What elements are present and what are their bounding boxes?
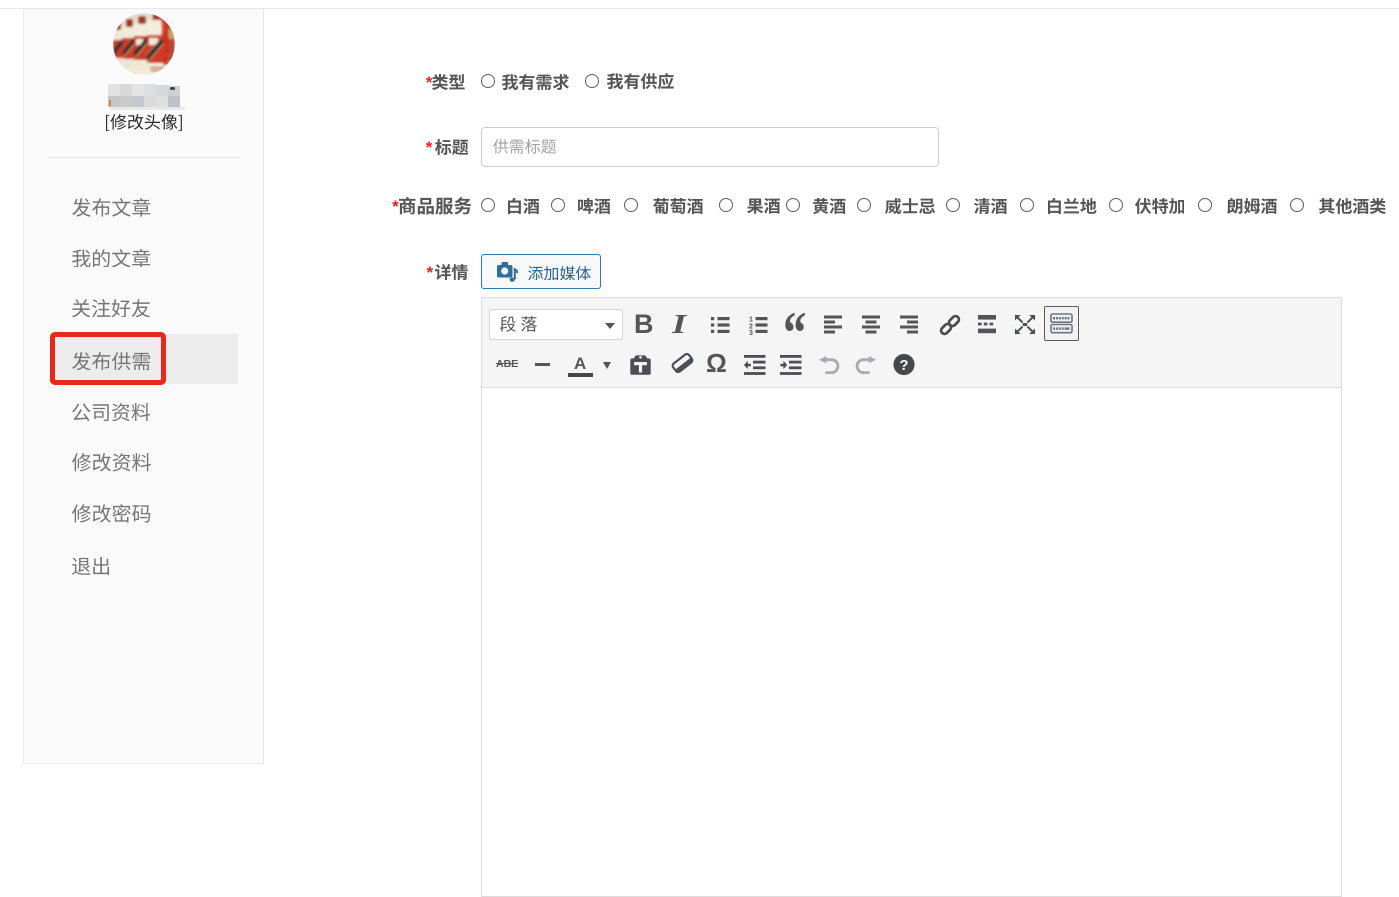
svg-text:3: 3 (749, 330, 753, 335)
svg-text:?: ? (899, 357, 908, 374)
svg-text:1: 1 (749, 317, 753, 324)
